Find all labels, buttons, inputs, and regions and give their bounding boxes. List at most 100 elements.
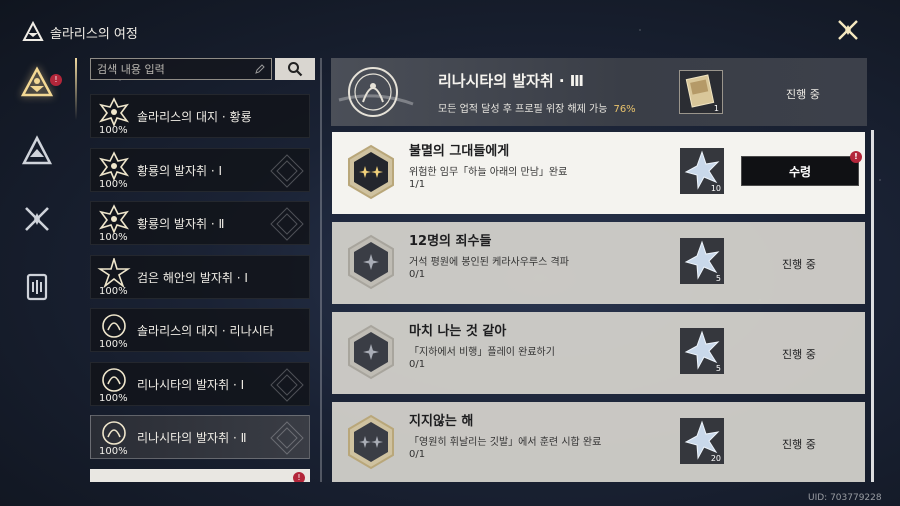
starfish-emblem-icon xyxy=(97,257,131,288)
nav-divider xyxy=(75,58,77,120)
quest-status: 진행 중 xyxy=(782,438,816,451)
achievement-double-star-emblem-icon xyxy=(348,414,394,470)
journey-item[interactable]: 100% 검은 해안의 발자취 · Ⅰ xyxy=(90,254,310,299)
reward-quantity: 5 xyxy=(715,274,721,283)
page-title: 솔라리스의 여정 xyxy=(50,26,138,42)
quest-progress: 1/1 xyxy=(409,179,426,190)
search-icon xyxy=(288,62,303,77)
dragon-emblem-icon xyxy=(98,97,130,127)
journey-progress: 100% xyxy=(99,339,128,350)
quest-description: 「영원히 휘날리는 깃발」에서 훈련 시합 완료 xyxy=(409,437,602,448)
quest-reward-item[interactable]: 5 xyxy=(680,238,724,284)
quest-description: 「지하에서 비행」플레이 완료하기 xyxy=(409,347,555,358)
journey-list: 100% 솔라리스의 대지 · 황룡 100% 황룡의 발자취 · Ⅰ 100%… xyxy=(90,94,312,482)
quest-title: 마치 나는 것 같아 xyxy=(409,324,507,339)
journey-item[interactable]: 100% 황룡의 발자취 · Ⅰ xyxy=(90,147,310,192)
journey-progress: 100% xyxy=(99,446,128,457)
game-logo-icon xyxy=(22,20,44,43)
journey-progress: 100% xyxy=(99,285,128,297)
reward-quantity: 5 xyxy=(715,364,721,373)
nav-tab-journey[interactable]: ! xyxy=(14,60,62,106)
quest-card: 마치 나는 것 같아 「지하에서 비행」플레이 완료하기 0/1 5 진행 중 xyxy=(332,312,865,394)
reward-quantity: 10 xyxy=(710,184,721,193)
journey-label: 리나시타의 발자취 · Ⅰ xyxy=(137,377,245,392)
nav-tab-triangle[interactable] xyxy=(14,128,60,174)
journey-title: 리나시타의 발자취 · Ⅲ xyxy=(438,72,584,90)
journey-label: 황룡의 발자취 · Ⅱ xyxy=(137,217,225,231)
edit-icon xyxy=(255,64,265,74)
quest-title: 불멸의 그대들에게 xyxy=(409,144,510,159)
journey-item[interactable]: 100% 솔라리스의 대지 · 리나시타 xyxy=(90,308,310,352)
journey-header: 리나시타의 발자취 · Ⅲ 모든 업적 달성 후 프로필 위장 해제 가능 76%… xyxy=(331,58,867,126)
journey-label: 황룡의 발자취 · Ⅰ xyxy=(137,163,223,178)
rinascita-emblem-icon xyxy=(102,421,126,445)
top-bar: 솔라리스의 여정 xyxy=(22,20,138,44)
quest-progress: 0/1 xyxy=(409,449,426,460)
rinascita-large-emblem-icon xyxy=(338,67,414,117)
decorative-pattern-icon xyxy=(270,367,304,402)
journey-label: 리나시타의 발자취 · Ⅱ xyxy=(137,431,247,445)
journey-progress: 100% xyxy=(99,178,128,190)
journey-label: 검은 해안의 발자취 · Ⅰ xyxy=(137,270,248,285)
search-button[interactable] xyxy=(275,58,315,80)
journey-percent: 76% xyxy=(613,104,636,115)
journey-item[interactable]: 100% 솔라리스의 대지 · 황룡 xyxy=(90,94,310,138)
journey-label: 솔라리스의 대지 · 리나시타 xyxy=(137,324,274,338)
claim-button-label: 수령 xyxy=(788,164,812,179)
quest-description: 거석 평원에 봉인된 케라사우루스 격파 xyxy=(409,257,569,268)
quest-card: 지지않는 해 「영원히 휘날리는 깃발」에서 훈련 시합 완료 0/1 20 진… xyxy=(332,402,865,482)
quest-status: 진행 중 xyxy=(782,258,816,271)
journey-item[interactable]: 100% 리나시타의 발자취 · Ⅰ xyxy=(90,361,310,406)
close-icon xyxy=(838,20,858,40)
close-button[interactable] xyxy=(834,16,862,44)
nav-tab-combat[interactable] xyxy=(14,196,60,242)
side-nav: ! xyxy=(14,60,62,332)
rinascita-emblem-icon xyxy=(102,314,126,338)
reward-quantity: 20 xyxy=(710,454,721,463)
achievement-gold-emblem-icon xyxy=(348,144,394,200)
search-field[interactable] xyxy=(90,58,272,80)
reward-quantity: 1 xyxy=(713,104,719,113)
journey-description: 모든 업적 달성 후 프로필 위장 해제 가능 76% xyxy=(438,100,636,115)
dragon-emblem-icon xyxy=(98,150,130,181)
list-divider xyxy=(320,58,322,482)
quest-reward-item[interactable]: 20 xyxy=(680,418,724,464)
quest-description: 위험한 임무「하늘 아래의 만남」완료 xyxy=(409,167,568,178)
quest-title: 지지않는 해 xyxy=(409,414,474,429)
rinascita-emblem-icon xyxy=(102,367,126,392)
quest-progress: 0/1 xyxy=(409,269,426,280)
quest-card: 12명의 죄수들 거석 평원에 봉인된 케라사우루스 격파 0/1 5 진행 중 xyxy=(332,222,865,304)
quest-card: 불멸의 그대들에게 위험한 임무「하늘 아래의 만남」완료 1/1 10 수령 … xyxy=(332,132,865,214)
crossed-swords-icon xyxy=(25,207,49,231)
journey-item[interactable]: 100% 리나시타의 발자취 · Ⅱ xyxy=(90,415,310,459)
quest-progress: 0/1 xyxy=(409,359,426,370)
nav-tab-archive[interactable] xyxy=(14,264,60,310)
journey-item-partial[interactable]: ! xyxy=(90,468,310,482)
decorative-pattern-icon xyxy=(270,421,304,455)
quest-status: 진행 중 xyxy=(782,348,816,361)
profile-reward-item[interactable]: 1 xyxy=(679,70,723,114)
dragon-emblem-icon xyxy=(98,204,130,234)
triangle-emblem-icon xyxy=(21,135,53,165)
quest-title: 12명의 죄수들 xyxy=(409,234,492,249)
decorative-pattern-icon xyxy=(270,207,304,241)
quest-reward-item[interactable]: 10 xyxy=(680,148,724,194)
alert-badge: ! xyxy=(850,151,862,163)
journey-status: 진행 중 xyxy=(786,88,820,101)
journey-description-text: 모든 업적 달성 후 프로필 위장 해제 가능 xyxy=(438,104,608,115)
decorative-pattern-icon xyxy=(270,153,304,188)
claim-button[interactable]: 수령 ! xyxy=(741,151,862,186)
journey-item[interactable]: 100% 황룡의 발자취 · Ⅱ xyxy=(90,201,310,245)
journey-progress: 100% xyxy=(99,232,128,243)
quest-scrollbar[interactable] xyxy=(871,130,874,482)
journey-label: 솔라리스의 대지 · 황룡 xyxy=(137,110,252,124)
quest-reward-item[interactable]: 5 xyxy=(680,328,724,374)
archive-book-icon xyxy=(26,273,48,301)
search-input[interactable] xyxy=(97,62,255,76)
journey-emblem-icon xyxy=(20,66,54,97)
nav-alert-badge: ! xyxy=(50,74,62,86)
achievement-dark-emblem-icon xyxy=(348,234,394,290)
player-uid: UID: 703779228 xyxy=(808,493,882,503)
journey-progress: 100% xyxy=(99,125,128,136)
alert-badge: ! xyxy=(293,471,305,482)
